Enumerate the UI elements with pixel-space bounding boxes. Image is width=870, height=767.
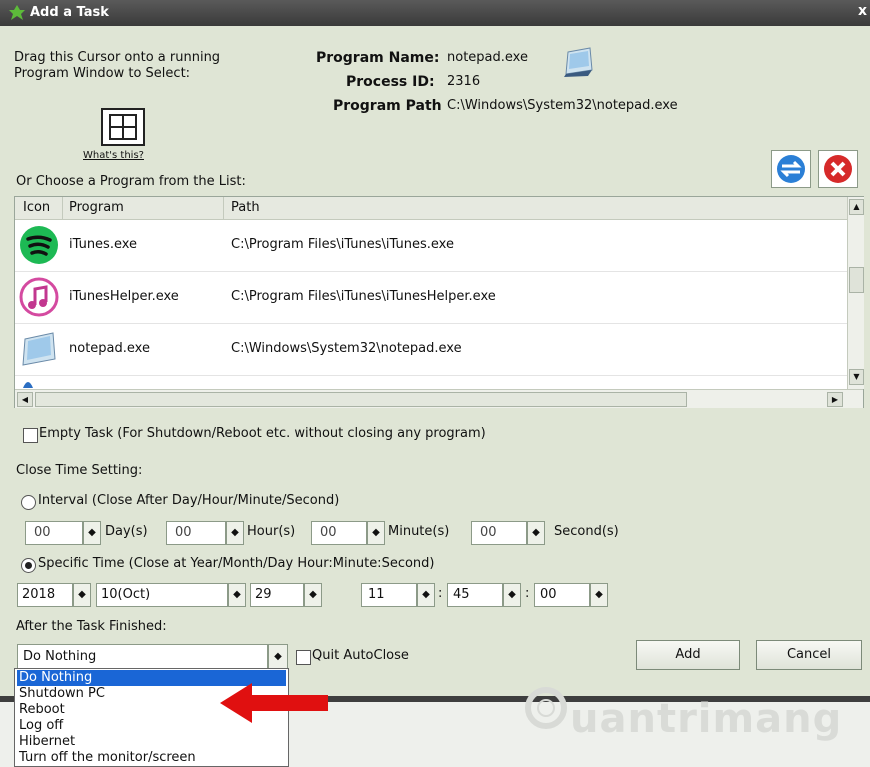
remove-button[interactable] (818, 150, 858, 188)
dropdown-option-turn-off-monitor[interactable]: Turn off the monitor/screen (17, 750, 286, 766)
spotify-icon (19, 225, 59, 265)
scroll-down-arrow[interactable]: ▼ (849, 369, 864, 385)
itunes-icon (19, 277, 59, 317)
quantrimang-logo (522, 684, 570, 732)
minute-stepper[interactable]: ◆ (503, 583, 521, 607)
scrollbar-thumb[interactable] (849, 267, 864, 293)
notepad-icon (560, 44, 596, 78)
minute-input[interactable]: 45 (447, 583, 503, 607)
specific-time-label: Specific Time (Close at Year/Month/Day H… (38, 556, 435, 571)
program-name: notepad.exe (69, 341, 150, 356)
program-path: C:\Program Files\iTunes\iTunes.exe (231, 237, 454, 252)
list-item[interactable]: iTunesHelper.exe C:\Program Files\iTunes… (15, 272, 847, 324)
notepad-icon (19, 329, 59, 369)
after-task-select[interactable]: Do Nothing (17, 644, 268, 670)
process-id-label: Process ID: (346, 74, 435, 90)
program-path: C:\Program Files\iTunes\iTunesHelper.exe (231, 289, 496, 304)
interval-label: Interval (Close After Day/Hour/Minute/Se… (38, 493, 340, 508)
close-time-heading: Close Time Setting: (16, 463, 143, 478)
hour-input[interactable]: 11 (361, 583, 417, 607)
program-name: iTunesHelper.exe (69, 289, 179, 304)
drag-instructions: Drag this Cursor onto a running Program … (14, 50, 221, 81)
day-stepper[interactable]: ◆ (304, 583, 322, 607)
quit-autoclose-label: Quit AutoClose (312, 648, 409, 663)
close-icon[interactable]: x (858, 3, 867, 19)
interval-minute-input[interactable]: 00 (311, 521, 367, 545)
second-input[interactable]: 00 (534, 583, 590, 607)
column-header-path[interactable]: Path (231, 200, 260, 215)
vertical-scrollbar[interactable]: ▲ ▼ (847, 197, 864, 389)
list-item[interactable]: iTunes.exe C:\Program Files\iTunes\iTune… (15, 220, 847, 272)
scroll-right-arrow[interactable]: ▶ (827, 392, 843, 407)
watermark: uantrimang (570, 696, 843, 742)
after-task-stepper[interactable]: ◆ (268, 644, 288, 670)
red-arrow-annotation (218, 681, 330, 725)
program-name: iTunes.exe (69, 237, 138, 252)
second-stepper[interactable]: ◆ (590, 583, 608, 607)
year-stepper[interactable]: ◆ (73, 583, 91, 607)
close-circle-icon (824, 155, 852, 183)
interval-day-stepper[interactable]: ◆ (83, 521, 101, 545)
year-input[interactable]: 2018 (17, 583, 73, 607)
cancel-button[interactable]: Cancel (756, 640, 862, 670)
program-path-value: C:\Windows\System32\notepad.exe (447, 98, 678, 113)
column-header-icon[interactable]: Icon (23, 200, 50, 215)
program-path-label: Program Path (333, 98, 442, 114)
time-separator: : (438, 586, 443, 601)
refresh-button[interactable] (771, 150, 811, 188)
hour-stepper[interactable]: ◆ (417, 583, 435, 607)
day-unit-label: Day(s) (105, 524, 148, 539)
column-header-program[interactable]: Program (69, 200, 124, 215)
scrollbar-thumb[interactable] (35, 392, 687, 407)
title-bar: Add a Task x (0, 0, 870, 26)
program-name-value: notepad.exe (447, 50, 528, 65)
after-task-heading: After the Task Finished: (16, 619, 167, 634)
program-name-label: Program Name: (316, 50, 440, 66)
scroll-up-arrow[interactable]: ▲ (849, 199, 864, 215)
program-list-title: Or Choose a Program from the List: (16, 174, 246, 189)
refresh-icon (777, 155, 805, 183)
interval-hour-stepper[interactable]: ◆ (226, 521, 244, 545)
day-input[interactable]: 29 (250, 583, 304, 607)
process-id-value: 2316 (447, 74, 481, 89)
month-select[interactable]: 10(Oct) (96, 583, 228, 607)
app-icon (8, 4, 26, 22)
program-path: C:\Windows\System32\notepad.exe (231, 341, 462, 356)
quit-autoclose-checkbox[interactable] (296, 650, 311, 665)
empty-task-checkbox[interactable] (23, 428, 38, 443)
list-item[interactable]: notepad.exe C:\Windows\System32\notepad.… (15, 324, 847, 376)
interval-day-input[interactable]: 00 (25, 521, 83, 545)
month-stepper[interactable]: ◆ (228, 583, 246, 607)
interval-hour-input[interactable]: 00 (166, 521, 226, 545)
list-header: Icon Program Path (15, 197, 847, 220)
interval-minute-stepper[interactable]: ◆ (367, 521, 385, 545)
empty-task-label: Empty Task (For Shutdown/Reboot etc. wit… (39, 426, 486, 441)
horizontal-scrollbar[interactable]: ◀ ▶ (15, 389, 863, 408)
interval-second-stepper[interactable]: ◆ (527, 521, 545, 545)
second-unit-label: Second(s) (554, 524, 619, 539)
interval-radio[interactable] (21, 495, 36, 510)
hour-unit-label: Hour(s) (247, 524, 296, 539)
dropdown-option-hibernet[interactable]: Hibernet (17, 734, 286, 750)
program-list: Icon Program Path iTunes.exe C:\Program … (14, 196, 864, 408)
scroll-left-arrow[interactable]: ◀ (17, 392, 33, 407)
whats-this-link[interactable]: What's this? (83, 150, 144, 161)
list-item[interactable] (15, 376, 847, 388)
app-icon (21, 376, 35, 388)
time-separator: : (525, 586, 530, 601)
add-button[interactable]: Add (636, 640, 740, 670)
window-title: Add a Task (30, 5, 109, 20)
crosshair-cursor-icon[interactable] (101, 108, 145, 146)
interval-second-input[interactable]: 00 (471, 521, 527, 545)
minute-unit-label: Minute(s) (388, 524, 450, 539)
specific-time-radio[interactable] (21, 558, 36, 573)
